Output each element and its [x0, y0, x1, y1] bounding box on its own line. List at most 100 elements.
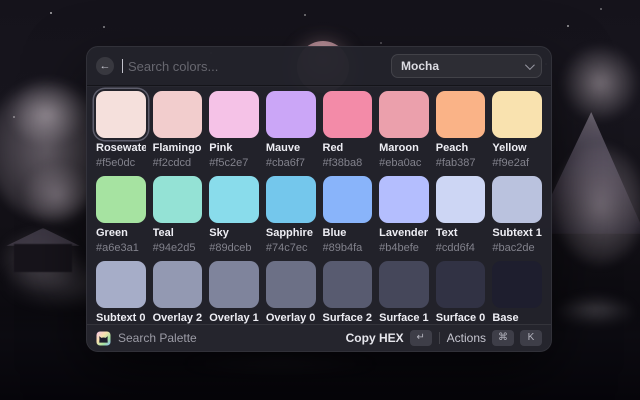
swatch-cell: Lavender #b4befe	[379, 176, 429, 254]
swatch-hex: #89dceb	[209, 242, 259, 254]
swatch-cell: Maroon #eba0ac	[379, 91, 429, 169]
swatch-hex: #94e2d5	[153, 242, 203, 254]
hut	[14, 244, 72, 272]
swatch-cell: Text #cdd6f4	[436, 176, 486, 254]
color-swatch[interactable]	[323, 261, 373, 308]
color-swatch[interactable]	[153, 176, 203, 223]
swatch-name: Surface 0	[436, 312, 486, 324]
swatch-name: Yellow	[492, 142, 542, 154]
swatch-name: Blue	[323, 227, 373, 239]
swatch-hex: #89b4fa	[323, 242, 373, 254]
color-swatch[interactable]	[379, 261, 429, 308]
swatch-hex: #cba6f7	[266, 157, 316, 169]
swatch-cell: Surface 1	[379, 261, 429, 324]
text-caret	[122, 59, 123, 73]
color-swatch[interactable]	[492, 261, 542, 308]
color-swatch[interactable]	[323, 176, 373, 223]
color-swatch[interactable]	[379, 176, 429, 223]
swatch-cell: Mauve #cba6f7	[266, 91, 316, 169]
color-swatch[interactable]	[153, 91, 203, 138]
swatch-name: Base	[492, 312, 542, 324]
chevron-down-icon	[525, 60, 535, 70]
swatch-cell: Sky #89dceb	[209, 176, 259, 254]
enter-key-icon: ↵	[410, 330, 432, 346]
color-swatch[interactable]	[492, 176, 542, 223]
swatch-hex: #cdd6f4	[436, 242, 486, 254]
footer-separator	[439, 332, 440, 344]
swatch-name: Overlay 1	[209, 312, 259, 324]
app-label: Search Palette	[118, 331, 197, 345]
actions-button[interactable]: Actions ⌘ K	[447, 330, 542, 346]
swatch-name: Subtext 1	[492, 227, 542, 239]
swatch-cell: Overlay 0	[266, 261, 316, 324]
swatch-cell: Sapphire #74c7ec	[266, 176, 316, 254]
swatch-hex: #f5c2e7	[209, 157, 259, 169]
color-swatch[interactable]	[209, 91, 259, 138]
swatch-cell: Subtext 1 #bac2de	[492, 176, 542, 254]
swatch-cell: Green #a6e3a1	[96, 176, 146, 254]
color-swatch[interactable]	[492, 91, 542, 138]
color-swatch[interactable]	[266, 91, 316, 138]
swatch-cell: Base	[492, 261, 542, 324]
swatch-name: Subtext 0	[96, 312, 146, 324]
swatch-name: Flamingo	[153, 142, 203, 154]
swatch-cell: Yellow #f9e2af	[492, 91, 542, 169]
color-swatch[interactable]	[436, 176, 486, 223]
color-swatch[interactable]	[209, 176, 259, 223]
swatch-cell: Overlay 2	[153, 261, 203, 324]
color-swatch[interactable]	[436, 261, 486, 308]
color-swatch[interactable]	[96, 261, 146, 308]
swatch-cell: Flamingo #f2cdcd	[153, 91, 203, 169]
swatch-name: Overlay 0	[266, 312, 316, 324]
swatch-cell: Surface 2	[323, 261, 373, 324]
swatch-name: Surface 1	[379, 312, 429, 324]
swatch-cell: Subtext 0	[96, 261, 146, 324]
color-swatch[interactable]	[266, 261, 316, 308]
swatch-hex: #eba0ac	[379, 157, 429, 169]
color-swatch[interactable]	[379, 91, 429, 138]
swatch-hex: #f38ba8	[323, 157, 373, 169]
swatch-name: Sapphire	[266, 227, 316, 239]
color-swatch[interactable]	[323, 91, 373, 138]
swatch-hex: #fab387	[436, 157, 486, 169]
swatch-name: Surface 2	[323, 312, 373, 324]
palette-dropdown[interactable]: Mocha	[391, 54, 542, 78]
water-reflection	[150, 356, 410, 372]
swatch-name: Pink	[209, 142, 259, 154]
swatch-name: Lavender	[379, 227, 429, 239]
catppuccin-logo-icon	[96, 331, 111, 346]
swatch-name: Rosewater	[96, 142, 146, 154]
swatch-name: Mauve	[266, 142, 316, 154]
swatch-hex: #b4befe	[379, 242, 429, 254]
swatch-hex: #f2cdcd	[153, 157, 203, 169]
swatch-cell: Teal #94e2d5	[153, 176, 203, 254]
swatch-hex: #74c7ec	[266, 242, 316, 254]
color-swatch[interactable]	[153, 261, 203, 308]
color-swatch[interactable]	[266, 176, 316, 223]
swatch-cell: Surface 0	[436, 261, 486, 324]
swatch-hex: #f9e2af	[492, 157, 542, 169]
swatch-cell: Pink #f5c2e7	[209, 91, 259, 169]
swatch-name: Peach	[436, 142, 486, 154]
swatch-grid: Rosewater #f5e0dc Flamingo #f2cdcd Pink …	[96, 91, 542, 324]
palette-dropdown-value: Mocha	[401, 59, 439, 73]
swatch-hex: #f5e0dc	[96, 157, 146, 169]
swatch-name: Red	[323, 142, 373, 154]
actions-label: Actions	[447, 331, 486, 345]
color-swatch[interactable]	[96, 176, 146, 223]
swatch-cell: Rosewater #f5e0dc	[96, 91, 146, 169]
swatch-hex: #bac2de	[492, 242, 542, 254]
back-button[interactable]: ←	[96, 57, 114, 75]
color-swatch[interactable]	[436, 91, 486, 138]
search-header: ← Mocha	[87, 47, 551, 85]
color-swatch[interactable]	[209, 261, 259, 308]
command-key-icon: ⌘	[492, 330, 514, 346]
search-input[interactable]	[128, 59, 383, 74]
swatch-name: Text	[436, 227, 486, 239]
swatch-name: Green	[96, 227, 146, 239]
color-swatch[interactable]	[96, 91, 146, 138]
copy-hex-button[interactable]: Copy HEX ↵	[346, 330, 432, 346]
stars	[50, 12, 52, 14]
swatch-cell: Blue #89b4fa	[323, 176, 373, 254]
swatch-name: Overlay 2	[153, 312, 203, 324]
